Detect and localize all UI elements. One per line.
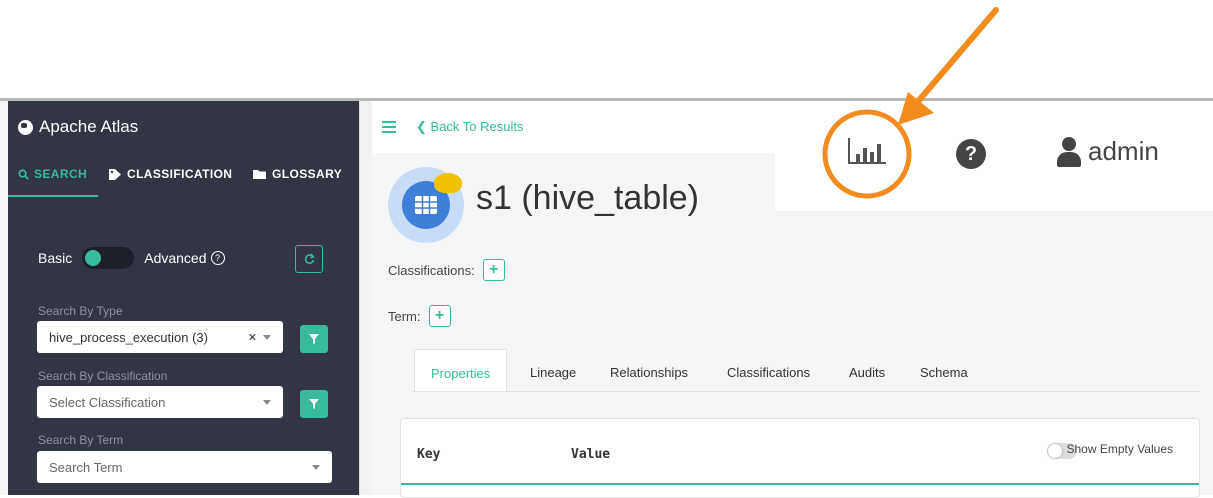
annotation-arrow-icon <box>912 7 999 108</box>
annotation-overlay <box>822 7 999 199</box>
annotation-arrowhead-icon <box>898 92 934 125</box>
annotation-circle-icon <box>822 109 912 199</box>
